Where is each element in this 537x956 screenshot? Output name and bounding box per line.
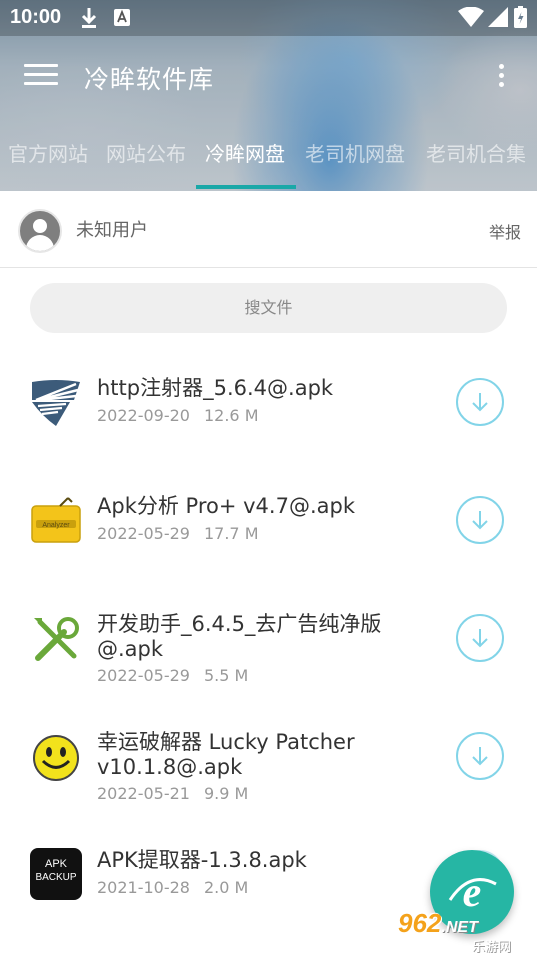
list-item[interactable]: 开发助手_6.4.5_去广告纯净版@.apk 2022-05-29 5.5 M xyxy=(0,592,537,704)
file-meta: 2022-05-21 9.9 M xyxy=(97,784,248,803)
file-date: 2022-05-21 xyxy=(97,784,190,803)
arrow-down-icon xyxy=(472,629,488,648)
battery-icon xyxy=(514,6,527,32)
file-size: 5.5 M xyxy=(203,666,249,685)
file-date: 2021-10-28 xyxy=(97,878,190,897)
file-name: Apk分析 Pro+ v4.7@.apk xyxy=(97,494,355,518)
tab-bar: 官方网站 网站公布 冷眸网盘 老司机网盘 老司机合集 xyxy=(0,138,537,178)
download-button[interactable] xyxy=(456,614,504,662)
menu-icon[interactable] xyxy=(24,64,58,92)
list-item[interactable]: Analyzer Apk分析 Pro+ v4.7@.apk 2022-05-29… xyxy=(0,474,537,586)
file-name: http注射器_5.6.4@.apk xyxy=(97,376,334,400)
tab-site-announcement[interactable]: 网站公布 xyxy=(106,138,186,167)
download-button[interactable] xyxy=(456,732,504,780)
dev-tools-icon xyxy=(30,614,82,666)
tab-laosiji-drive[interactable]: 老司机网盘 xyxy=(305,138,405,167)
apk-analyzer-icon: Analyzer xyxy=(30,494,82,546)
report-button[interactable]: 举报 xyxy=(489,219,521,243)
watermark-sub: 乐游网 xyxy=(472,940,512,955)
tab-laosiji-collection[interactable]: 老司机合集 xyxy=(426,138,526,167)
watermark-logo: 962 xyxy=(398,908,442,938)
site-watermark: 962.NET 乐游网 xyxy=(398,908,530,955)
file-meta: 2022-09-20 12.6 M xyxy=(97,406,259,425)
status-time: 10:00 xyxy=(10,6,62,28)
file-size: 17.7 M xyxy=(203,524,259,543)
avatar[interactable] xyxy=(18,209,62,253)
file-meta: 2021-10-28 2.0 M xyxy=(97,878,248,897)
watermark-suffix: .NET xyxy=(441,919,478,936)
download-icon xyxy=(80,7,98,33)
app-header: 10:00 冷眸软件库 官方网站 网站公布 冷眸网盘 老司机网盘 老司机合集 xyxy=(0,0,537,191)
file-meta: 2022-05-29 17.7 M xyxy=(97,524,259,543)
download-button[interactable] xyxy=(456,378,504,426)
file-name: APK提取器-1.3.8.apk xyxy=(97,848,307,872)
arrow-down-icon xyxy=(472,393,488,412)
apk-backup-icon: APK BACKUP xyxy=(30,848,82,900)
file-meta: 2022-05-29 5.5 M xyxy=(97,666,248,685)
status-bar: 10:00 xyxy=(0,0,537,36)
file-name: 开发助手_6.4.5_去广告纯净版@.apk xyxy=(97,612,382,661)
toolbar: 冷眸软件库 xyxy=(0,36,537,120)
smiley-icon xyxy=(30,732,82,784)
list-item[interactable]: 幸运破解器 Lucky Patcher v10.1.8@.apk 2022-05… xyxy=(0,710,537,822)
user-name: 未知用户 xyxy=(76,220,148,241)
wifi-icon xyxy=(458,6,484,31)
svg-text:Analyzer: Analyzer xyxy=(42,522,70,529)
file-date: 2022-09-20 xyxy=(97,406,190,425)
file-size: 12.6 M xyxy=(203,406,259,425)
tab-official-site[interactable]: 官方网站 xyxy=(8,138,88,167)
http-injector-icon xyxy=(30,376,82,428)
page-title: 冷眸软件库 xyxy=(84,65,215,94)
more-options-icon[interactable] xyxy=(495,64,507,92)
user-row: 未知用户 举报 xyxy=(0,191,537,268)
keyboard-a-icon xyxy=(114,9,130,30)
tab-indicator xyxy=(196,185,296,189)
list-item[interactable]: http注射器_5.6.4@.apk 2022-09-20 12.6 M xyxy=(0,356,537,468)
file-date: 2022-05-29 xyxy=(97,666,190,685)
search-input[interactable]: 搜文件 xyxy=(30,283,507,333)
arrow-down-icon xyxy=(472,747,488,766)
signal-icon xyxy=(488,7,508,31)
file-date: 2022-05-29 xyxy=(97,524,190,543)
arrow-down-icon xyxy=(472,511,488,530)
tab-lengmou-drive[interactable]: 冷眸网盘 xyxy=(205,138,285,167)
file-size: 2.0 M xyxy=(203,878,249,897)
file-size: 9.9 M xyxy=(203,784,249,803)
download-button[interactable] xyxy=(456,496,504,544)
file-name: 幸运破解器 Lucky Patcher v10.1.8@.apk xyxy=(97,730,355,779)
